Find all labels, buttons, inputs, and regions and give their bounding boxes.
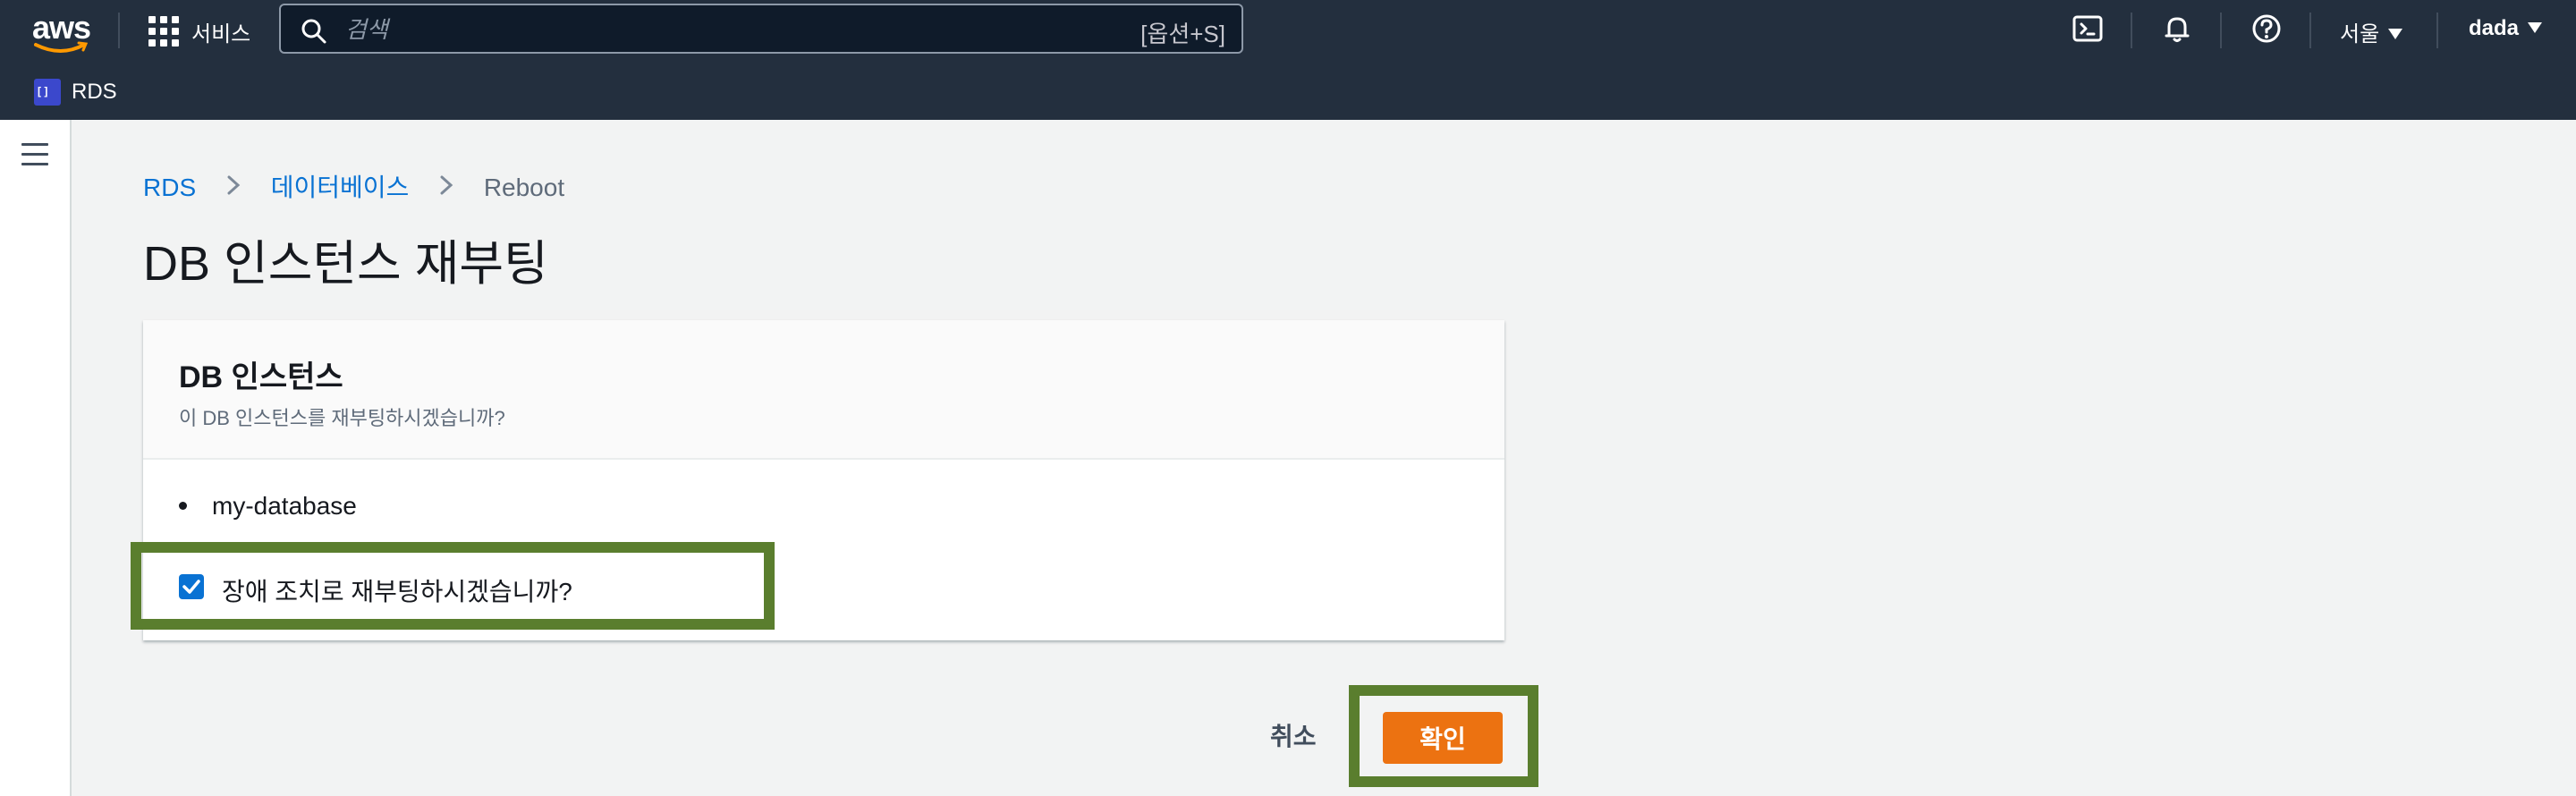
- search-input[interactable]: [343, 11, 1063, 48]
- failover-checkbox[interactable]: [179, 574, 204, 599]
- aws-logo[interactable]: aws: [32, 9, 91, 53]
- rds-service-link[interactable]: RDS: [72, 80, 117, 105]
- region-selector[interactable]: 서울: [2340, 16, 2403, 47]
- cancel-button[interactable]: 취소: [1270, 717, 1317, 753]
- user-menu[interactable]: dada: [2469, 16, 2543, 41]
- nav-divider: [2436, 13, 2438, 48]
- services-menu-button[interactable]: 서비스: [191, 16, 250, 47]
- side-navigation: [0, 120, 72, 796]
- region-label: 서울: [2340, 22, 2380, 47]
- confirm-button[interactable]: 확인: [1383, 712, 1503, 764]
- aws-smile-icon: [34, 41, 88, 53]
- nav-divider: [2131, 13, 2132, 48]
- container-title: DB 인스턴스: [179, 360, 343, 394]
- cloudshell-icon[interactable]: [2072, 13, 2104, 45]
- search-shortcut-hint: [옵션+S]: [1140, 21, 1225, 47]
- caret-down-icon: [2528, 22, 2543, 33]
- nav-divider: [118, 13, 120, 48]
- menu-icon[interactable]: [21, 143, 48, 166]
- failover-checkbox-label[interactable]: 장애 조치로 재부팅하시겠습니까?: [222, 572, 572, 608]
- nav-divider: [2220, 13, 2222, 48]
- list-item: my-database: [179, 492, 357, 521]
- services-grid-icon[interactable]: [148, 16, 179, 47]
- container-description: 이 DB 인스턴스를 재부팅하시겠습니까?: [179, 407, 505, 429]
- nav-divider: [2309, 13, 2311, 48]
- top-navigation: aws 서비스 [옵션+S] 서울: [0, 0, 2576, 120]
- db-instance-name: my-database: [212, 492, 357, 520]
- caret-down-icon: [2388, 29, 2403, 39]
- page-title: DB 인스턴스 재부팅: [143, 237, 548, 291]
- breadcrumb-current: Reboot: [483, 174, 565, 201]
- breadcrumb-rds[interactable]: RDS: [143, 174, 196, 201]
- search-icon: [301, 19, 326, 44]
- breadcrumb: RDS 데이터베이스 Reboot: [143, 168, 564, 204]
- bullet-icon: [179, 502, 187, 510]
- chevron-right-icon: [226, 174, 241, 202]
- breadcrumb-databases[interactable]: 데이터베이스: [271, 174, 410, 201]
- search-box[interactable]: [옵션+S]: [279, 4, 1243, 54]
- bell-icon[interactable]: [2161, 13, 2193, 45]
- checkmark-icon: [182, 580, 200, 594]
- user-name: dada: [2469, 16, 2520, 40]
- rds-service-icon[interactable]: [ ]: [34, 79, 61, 106]
- help-icon[interactable]: [2250, 13, 2283, 45]
- container-header: DB 인스턴스 이 DB 인스턴스를 재부팅하시겠습니까?: [143, 320, 1504, 460]
- chevron-right-icon: [439, 174, 453, 202]
